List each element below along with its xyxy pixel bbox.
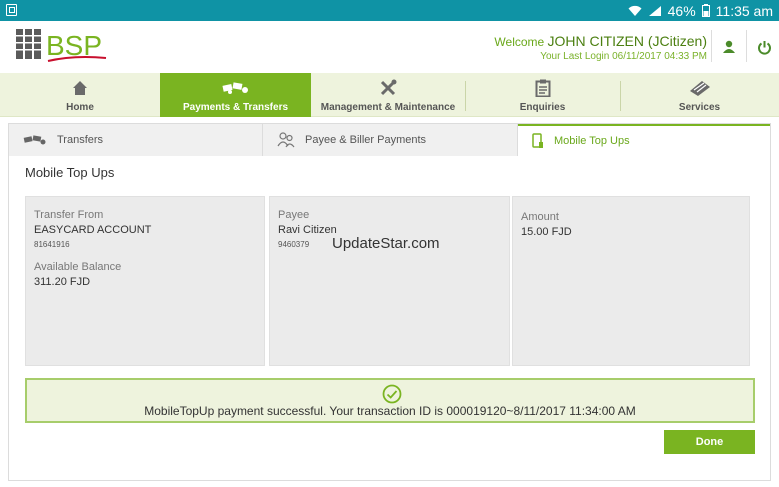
nav-management-maintenance[interactable]: Management & Maintenance <box>311 73 465 117</box>
nav-services-label: Services <box>678 102 721 113</box>
battery-icon <box>701 4 710 17</box>
profile-icon[interactable] <box>718 36 740 58</box>
nav-services[interactable]: Services <box>620 73 779 117</box>
watermark: UpdateStar.com <box>332 235 440 252</box>
payee-label: Payee <box>278 209 310 221</box>
transfer-from-label: Transfer From <box>34 209 104 221</box>
success-banner: MobileTopUp payment successful. Your tra… <box>25 378 755 423</box>
nav-home-label: Home <box>66 102 94 113</box>
nav-home[interactable]: Home <box>0 73 160 117</box>
welcome-label: Welcome <box>494 35 545 49</box>
people-icon <box>277 132 295 148</box>
transfer-from-panel: Transfer From EASYCARD ACCOUNT 81641916 … <box>25 196 265 366</box>
phone-icon <box>532 133 544 149</box>
balance-value: 311.20 FJD <box>34 276 91 288</box>
nav-enquiries-label: Enquiries <box>519 102 566 113</box>
payee-panel: Payee Ravi Citizen 9460379 <box>269 196 510 366</box>
gallery-icon <box>6 4 17 16</box>
tab-mobile-top-ups[interactable]: Mobile Top Ups <box>518 124 770 156</box>
user-name: JOHN CITIZEN (JCitizen) <box>547 33 707 49</box>
power-icon[interactable] <box>753 36 775 58</box>
welcome-block: Welcome JOHN CITIZEN (JCitizen) Your Las… <box>494 33 707 62</box>
done-button[interactable]: Done <box>664 430 755 454</box>
clipboard-icon <box>535 78 551 98</box>
nav-payments-transfers[interactable]: Payments & Transfers <box>160 73 311 117</box>
tab-transfers[interactable]: Transfers <box>9 124 263 156</box>
app-header: BSP Welcome JOHN CITIZEN (JCitizen) Your… <box>0 21 779 73</box>
tools-icon <box>379 78 397 98</box>
balance-label: Available Balance <box>34 261 122 273</box>
account-number: 81641916 <box>34 240 70 249</box>
main-nav: Home Payments & Transfers Management & M… <box>0 73 779 117</box>
bsp-logo[interactable]: BSP <box>14 25 114 69</box>
tab-payee-label: Payee & Biller Payments <box>305 134 427 146</box>
divider <box>465 81 466 111</box>
signal-icon <box>648 5 662 17</box>
battery-percent: 46% <box>667 2 696 19</box>
tab-payee-biller[interactable]: Payee & Biller Payments <box>263 124 518 156</box>
divider <box>746 30 747 62</box>
nav-payments-label: Payments & Transfers <box>182 102 289 113</box>
amount-panel: Amount 15.00 FJD <box>512 196 750 366</box>
money-icon <box>23 134 47 146</box>
status-bar: 46% 11:35 am <box>0 0 779 21</box>
amount-label: Amount <box>521 211 559 223</box>
divider <box>711 30 712 62</box>
clock: 11:35 am <box>715 2 773 19</box>
wifi-icon <box>628 5 642 17</box>
sub-tabs: Transfers Payee & Biller Payments Mobile… <box>9 124 770 156</box>
last-login: Your Last Login 06/11/2017 04:33 PM <box>540 51 707 62</box>
account-name: EASYCARD ACCOUNT <box>34 224 152 236</box>
divider <box>620 81 621 111</box>
tab-mobile-label: Mobile Top Ups <box>554 135 630 147</box>
tab-transfers-label: Transfers <box>57 134 104 146</box>
money-icon <box>221 78 251 98</box>
services-icon <box>688 78 712 98</box>
home-icon <box>72 78 88 98</box>
content-card: Transfers Payee & Biller Payments Mobile… <box>8 123 771 481</box>
amount-value: 15.00 FJD <box>521 226 572 238</box>
nav-enquiries[interactable]: Enquiries <box>465 73 620 117</box>
success-message: MobileTopUp payment successful. Your tra… <box>144 404 636 418</box>
nav-management-label: Management & Maintenance <box>320 102 456 113</box>
page-title: Mobile Top Ups <box>25 165 115 180</box>
